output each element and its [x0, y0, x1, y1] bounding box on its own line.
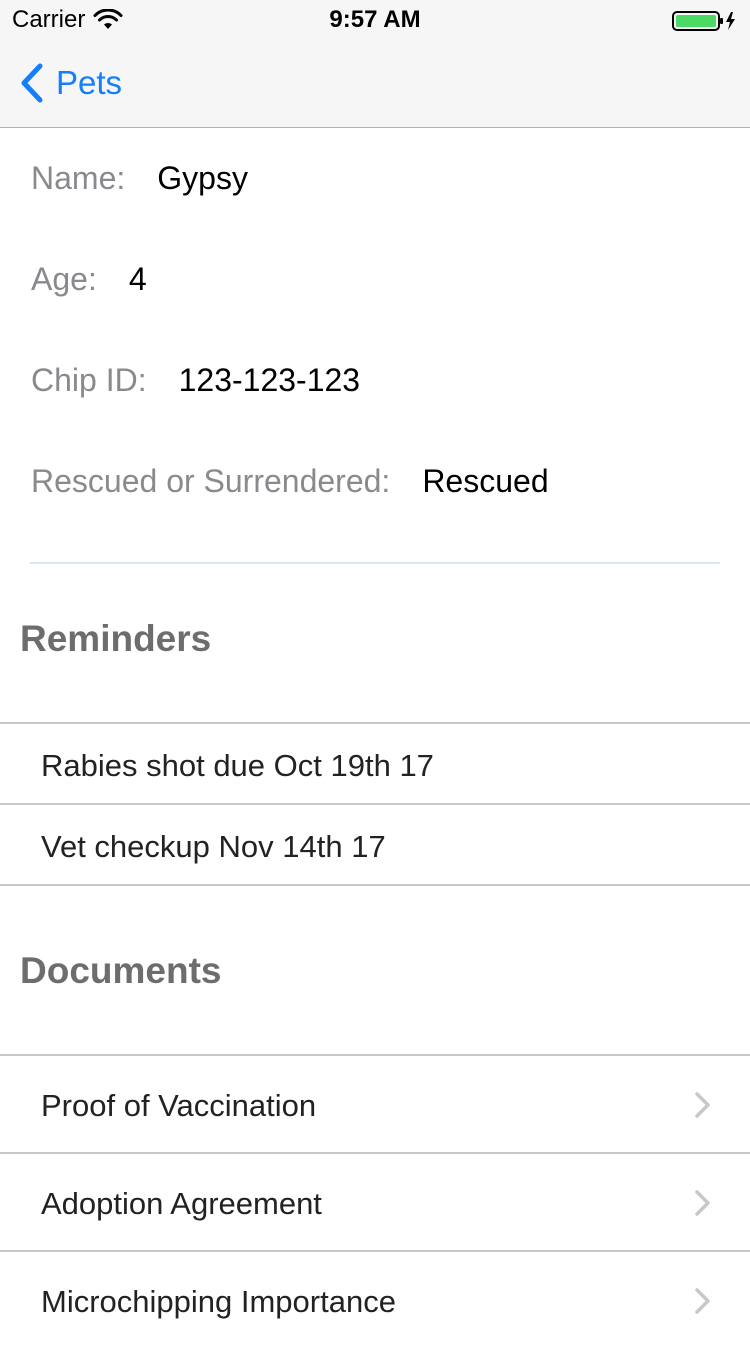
reminder-label: Rabies shot due Oct 19th 17 [41, 748, 434, 783]
name-label: Name: [31, 160, 126, 196]
document-label: Microchipping Importance [41, 1284, 396, 1319]
reminders-header: Reminders [20, 618, 212, 659]
reminder-row[interactable]: Rabies shot due Oct 19th 17 [0, 722, 750, 804]
battery-icon [672, 11, 735, 31]
detail-age: Age: 4 [31, 261, 147, 298]
document-row-proof-of-vaccination[interactable]: Proof of Vaccination [0, 1054, 750, 1153]
documents-header: Documents [20, 950, 222, 991]
divider [30, 562, 720, 564]
chip-id-label: Chip ID: [31, 362, 147, 398]
back-label: Pets [56, 64, 123, 101]
reminder-label: Vet checkup Nov 14th 17 [41, 829, 386, 864]
document-label: Proof of Vaccination [41, 1088, 317, 1123]
rescue-status-value: Rescued [422, 463, 549, 499]
rescue-status-label: Rescued or Surrendered: [31, 463, 391, 499]
age-label: Age: [31, 261, 97, 297]
back-button[interactable]: Pets [18, 60, 122, 106]
age-value: 4 [128, 261, 147, 297]
chevron-right-icon [695, 1190, 710, 1216]
reminder-row[interactable]: Vet checkup Nov 14th 17 [0, 803, 750, 886]
chevron-left-icon [21, 63, 43, 103]
detail-name: Name: Gypsy [31, 160, 248, 197]
chevron-right-icon [695, 1288, 710, 1314]
name-value: Gypsy [157, 160, 248, 196]
document-row-adoption-agreement[interactable]: Adoption Agreement [0, 1152, 750, 1251]
status-bar: Carrier 9:57 AM [0, 0, 750, 40]
status-time: 9:57 AM [329, 6, 421, 33]
chip-id-value: 123-123-123 [178, 362, 361, 398]
detail-rescue-status: Rescued or Surrendered: Rescued [31, 463, 549, 500]
document-label: Adoption Agreement [41, 1186, 322, 1221]
document-row-microchipping-importance[interactable]: Microchipping Importance [0, 1250, 750, 1349]
chevron-right-icon [695, 1092, 710, 1118]
navigation-bar: Pets [0, 40, 750, 128]
detail-chip-id: Chip ID: 123-123-123 [31, 362, 360, 399]
